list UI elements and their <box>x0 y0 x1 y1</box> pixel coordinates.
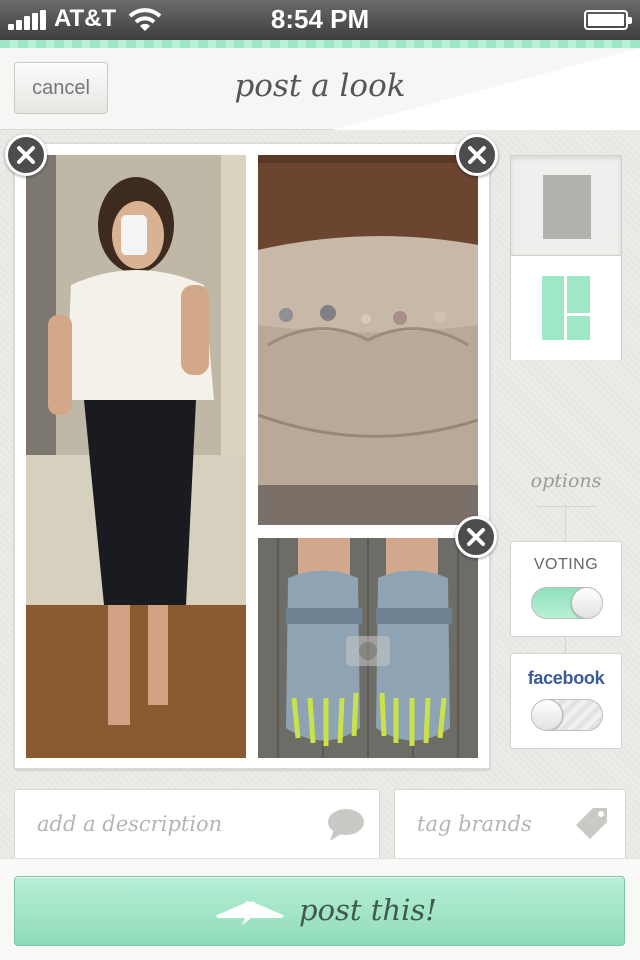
options-heading: options <box>530 470 602 492</box>
remove-photo-button[interactable] <box>5 134 47 176</box>
tag-brands-field[interactable]: tag brands <box>394 789 626 864</box>
single-layout-icon <box>543 175 591 239</box>
speech-bubble-icon <box>328 809 364 841</box>
close-icon <box>17 146 35 164</box>
page-title: post a look <box>234 68 406 104</box>
close-icon <box>467 528 485 546</box>
remove-photo-button[interactable] <box>456 134 498 176</box>
hanger-icon <box>216 901 284 925</box>
voting-option: VOTING <box>510 541 622 637</box>
close-icon <box>468 146 486 164</box>
remove-photo-button[interactable] <box>455 516 497 558</box>
shoes-photo[interactable] <box>258 538 478 758</box>
multi-layout-icon <box>542 276 590 340</box>
post-label: post this! <box>299 893 437 927</box>
person-in-mirror-photo[interactable] <box>26 155 246 758</box>
divider <box>537 506 597 507</box>
photo-collage <box>14 143 490 769</box>
description-placeholder: add a description <box>37 812 223 836</box>
facebook-option: facebook <box>510 653 622 749</box>
voting-toggle[interactable] <box>531 587 603 619</box>
bottom-bar: post this! <box>0 858 640 960</box>
header-pattern-strip <box>0 40 640 48</box>
layout-picker <box>510 155 622 360</box>
toggle-knob <box>571 588 602 618</box>
clock: 8:54 PM <box>270 4 370 34</box>
facebook-label: facebook <box>527 668 605 688</box>
multi-photo-layout-button[interactable] <box>511 257 621 360</box>
toggle-knob <box>532 700 563 730</box>
battery-icon <box>584 10 632 30</box>
facebook-toggle[interactable] <box>531 699 603 731</box>
tag-brands-placeholder: tag brands <box>417 812 532 836</box>
tag-icon <box>576 808 607 839</box>
clutch-bag-photo[interactable] <box>258 155 478 525</box>
navigation-header: cancel post a look <box>0 40 640 130</box>
description-field[interactable]: add a description <box>14 789 380 864</box>
status-bar: AT&T 8:54 PM <box>0 0 640 40</box>
single-photo-layout-button[interactable] <box>511 156 621 256</box>
voting-label: VOTING <box>533 556 599 573</box>
post-button[interactable]: post this! <box>14 876 625 946</box>
